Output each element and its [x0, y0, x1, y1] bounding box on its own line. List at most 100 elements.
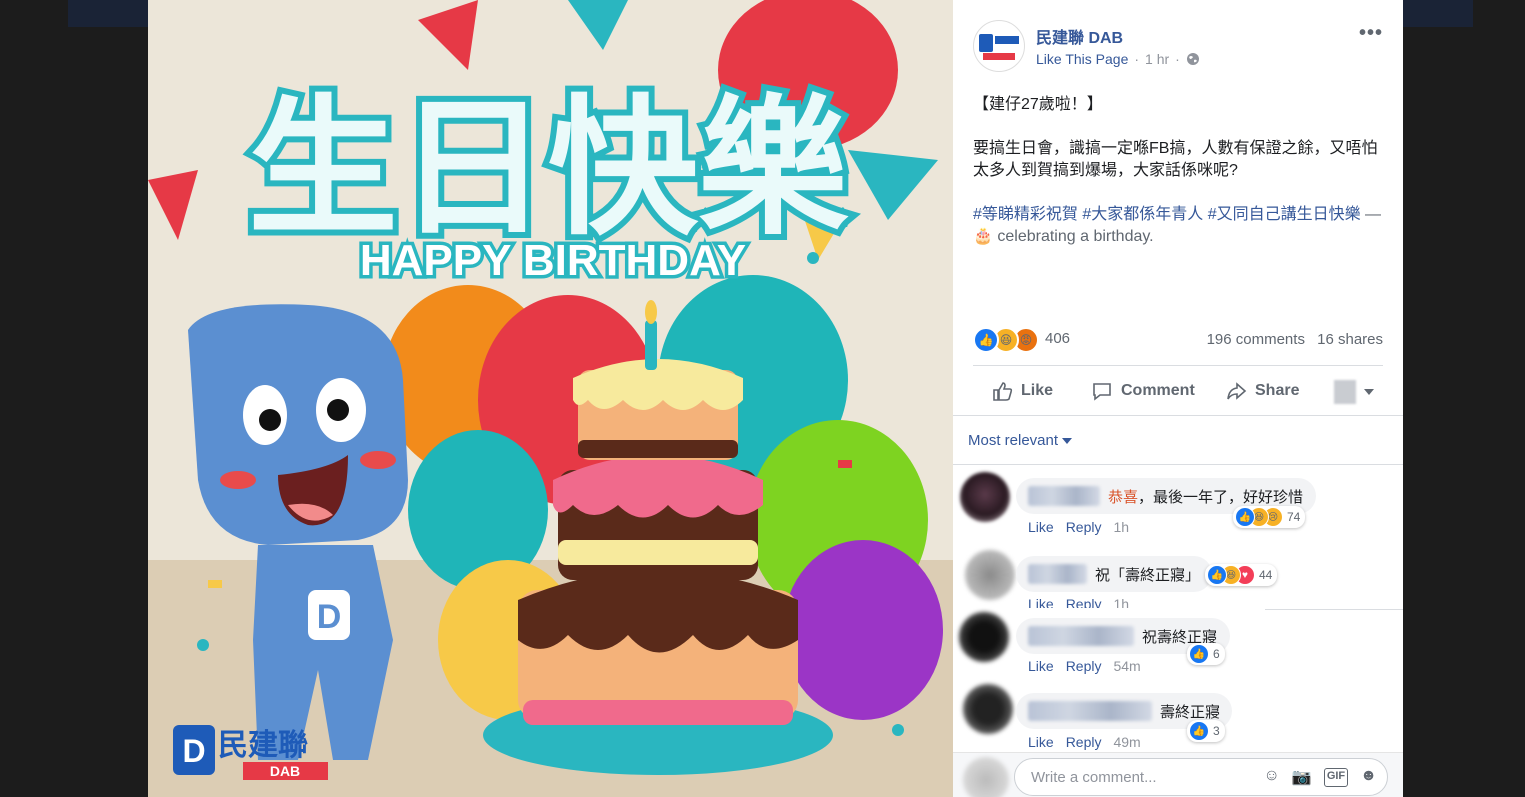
comment-text: ，最後一年了，好好珍惜 — [1138, 488, 1304, 506]
share-label: Share — [1255, 382, 1300, 399]
commenter-avatar[interactable] — [960, 472, 1010, 522]
post-body: 要搞生日會，識搞一定喺FB搞，人數有保證之餘，又唔怕太多人到賀搞到爆場，大家話係… — [973, 140, 1378, 179]
comment-reactions[interactable]: 👍 6 — [1187, 643, 1225, 665]
post-as-avatar — [1334, 380, 1356, 404]
commenter-avatar[interactable] — [963, 684, 1013, 734]
activity-prefix: — — [1360, 206, 1382, 223]
like-reaction-icon: 👍 — [1207, 565, 1227, 585]
page-avatar[interactable] — [973, 20, 1025, 72]
post-side-panel: 民建聯 DAB Like This Page · 1 hr · ••• 【建仔2… — [953, 0, 1403, 797]
commenter-avatar[interactable] — [959, 612, 1009, 662]
comment-text: 壽終正寢 — [1159, 703, 1220, 721]
comments-count[interactable]: 196 comments — [1207, 331, 1305, 348]
like-reaction-icon: 👍 — [1189, 721, 1209, 741]
composer-icons: ☺ 📷 GIF ☻ — [1264, 767, 1377, 787]
comment-icon — [1093, 383, 1111, 401]
more-options-button[interactable]: ••• — [1359, 22, 1383, 45]
comment-time[interactable]: 1h — [1113, 519, 1129, 535]
sort-comments-dropdown[interactable]: Most relevant — [968, 432, 1073, 449]
commenter-name[interactable] — [1028, 486, 1100, 506]
comment-time[interactable]: 54m — [1113, 658, 1140, 674]
comment-button[interactable]: Comment — [1091, 380, 1195, 402]
like-label: Like — [1021, 382, 1054, 399]
comment-actions: Like Reply 49m — [1028, 734, 1153, 750]
meta-separator-2: · — [1175, 51, 1180, 67]
comment-reactions[interactable]: 👍 😆 ♥ 44 — [1205, 564, 1278, 586]
camera-icon[interactable]: 📷 — [1292, 767, 1312, 787]
reactions-summary: 👍 😆 😡 406 196 comments 16 shares — [973, 327, 1383, 353]
like-reaction-icon: 👍 — [1235, 507, 1255, 527]
post-hashtags[interactable]: #等睇精彩祝賀 #大家都係年青人 #又同自己講生日快樂 — [973, 206, 1361, 223]
comment-label: Comment — [1121, 382, 1195, 399]
post-meta: Like This Page · 1 hr · — [1036, 51, 1200, 67]
share-icon — [1227, 382, 1247, 400]
page-name[interactable]: 民建聯 DAB — [1036, 24, 1123, 48]
globe-icon — [1186, 53, 1199, 65]
comment-composer: Write a comment... ☺ 📷 GIF ☻ — [953, 752, 1403, 797]
comment-reaction-count: 3 — [1213, 724, 1220, 738]
caret-down-icon — [1062, 438, 1073, 444]
like-button[interactable]: Like — [991, 380, 1053, 402]
comment-item: 恭喜 ，最後一年了，好好珍惜 👍 😆 😢 74 Like Reply 1h — [953, 470, 1403, 545]
comment-actions: Like Reply 54m — [1028, 658, 1153, 674]
gif-icon[interactable]: GIF — [1323, 768, 1349, 787]
divider — [953, 464, 1403, 465]
post-actions: Like Comment Share — [973, 365, 1383, 416]
svg-text:D: D — [317, 598, 342, 636]
backdrop — [1403, 27, 1525, 797]
sticker-icon[interactable]: ☻ — [1360, 767, 1377, 787]
like-reaction-icon: 👍 — [973, 327, 999, 353]
comment-like-link[interactable]: Like — [1028, 519, 1054, 535]
post-as-selector[interactable] — [1334, 380, 1374, 404]
comment-item: 祝「壽終正寢」 👍 😆 ♥ 44 Like Reply 1h — [953, 548, 1403, 608]
comment-item: 祝壽終正寢 👍 6 Like Reply 54m — [953, 612, 1403, 682]
comment-highlight: 恭喜 — [1108, 488, 1139, 506]
photo-title-cn: 生日快樂 — [248, 82, 849, 256]
user-avatar — [963, 757, 1009, 797]
like-this-page-link[interactable]: Like This Page — [1036, 51, 1128, 67]
photo-title-en: HAPPY BIRTHDAY — [360, 236, 746, 285]
comment-like-link[interactable]: Like — [1028, 734, 1054, 750]
shares-count[interactable]: 16 shares — [1317, 331, 1383, 348]
comment-reply-link[interactable]: Reply — [1066, 734, 1102, 750]
comment-reply-link[interactable]: Reply — [1066, 519, 1102, 535]
comment-actions: Like Reply 1h — [1028, 596, 1141, 608]
reaction-count[interactable]: 406 — [1045, 330, 1070, 347]
commenter-name[interactable] — [1028, 701, 1152, 721]
comment-bubble: 祝「壽終正寢」 — [1016, 556, 1212, 592]
comment-text: 祝「壽終正寢」 — [1094, 566, 1200, 584]
divider — [953, 415, 1403, 416]
comment-reactions[interactable]: 👍 😆 😢 74 — [1233, 506, 1306, 528]
comment-item: 壽終正寢 👍 3 Like Reply 49m — [953, 684, 1403, 752]
post-time[interactable]: 1 hr — [1145, 51, 1169, 67]
comment-reactions[interactable]: 👍 3 — [1187, 720, 1225, 742]
commenter-name[interactable] — [1028, 626, 1134, 646]
birthday-cake-icon: 🎂 — [973, 228, 993, 245]
comment-like-link[interactable]: Like — [1028, 596, 1054, 608]
comment-reply-link[interactable]: Reply — [1066, 596, 1102, 608]
activity-text: celebrating a birthday. — [997, 228, 1154, 245]
comment-like-link[interactable]: Like — [1028, 658, 1054, 674]
commenter-avatar[interactable] — [965, 550, 1015, 600]
post-photo[interactable]: D 生日快樂 HAPPY BIRTHDAY D 民建聯 DAB — [148, 0, 953, 797]
commenter-name[interactable] — [1028, 564, 1087, 584]
reaction-icons[interactable]: 👍 😆 😡 — [973, 327, 1039, 353]
meta-separator: · — [1134, 51, 1140, 67]
post-text: 【建仔27歲啦！】 要搞生日會，識搞一定喺FB搞，人數有保證之餘，又唔怕太多人到… — [973, 94, 1388, 270]
comment-reaction-count: 6 — [1213, 647, 1220, 661]
like-icon — [993, 382, 1013, 401]
comment-time[interactable]: 1h — [1113, 596, 1129, 608]
post-headline: 【建仔27歲啦！】 — [973, 96, 1103, 113]
comment-reaction-count: 74 — [1287, 510, 1301, 524]
divider — [1265, 609, 1403, 610]
comment-reply-link[interactable]: Reply — [1066, 658, 1102, 674]
comment-time[interactable]: 49m — [1113, 734, 1140, 750]
comment-placeholder: Write a comment... — [1031, 769, 1157, 786]
post-tags-line: #等睇精彩祝賀 #大家都係年青人 #又同自己講生日快樂 — 🎂 celebrat… — [973, 204, 1388, 248]
emoji-icon[interactable]: ☺ — [1264, 767, 1280, 787]
comment-share-counts: 196 comments 16 shares — [1199, 331, 1383, 348]
comment-input[interactable]: Write a comment... ☺ 📷 GIF ☻ — [1014, 758, 1388, 796]
svg-text:D: D — [182, 733, 205, 769]
sort-label: Most relevant — [968, 432, 1059, 449]
share-button[interactable]: Share — [1225, 380, 1299, 402]
